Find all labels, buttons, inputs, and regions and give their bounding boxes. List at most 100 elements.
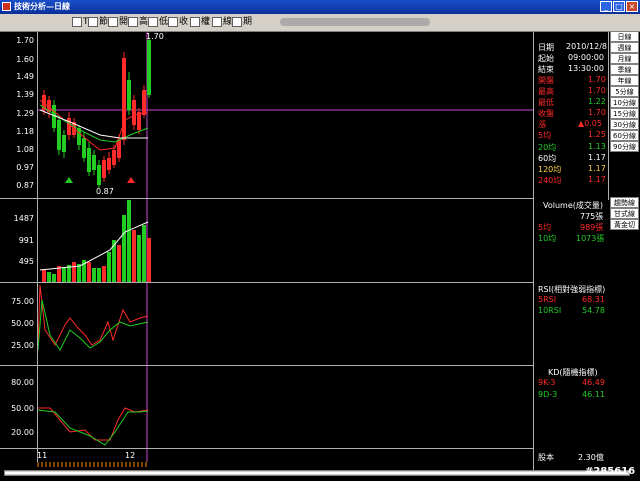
kd-title: KD(隨機指標): [548, 368, 598, 377]
sell-signal-marker: [127, 177, 135, 183]
60min-button[interactable]: 60分線: [610, 130, 639, 141]
watermark: #285616: [585, 466, 636, 477]
kd-k-label: 9K-3: [538, 378, 556, 387]
info-open-label: 開盤: [538, 76, 554, 85]
rsi10-value: 54.78: [582, 306, 605, 315]
kd-d-value: 46.11: [582, 390, 605, 399]
trendline-button[interactable]: 趨勢線: [610, 197, 639, 208]
price-candle: [107, 158, 111, 170]
price-tick: 1.60: [16, 55, 34, 64]
price-candle: [132, 100, 136, 125]
price-candle: [97, 165, 101, 185]
info-low-label: 最低: [538, 98, 554, 107]
volume-bar: [127, 200, 131, 282]
high-marker-label: 1.70: [146, 32, 164, 41]
rsi5-line: [37, 284, 149, 346]
info-ma5-label: 5均: [538, 131, 552, 140]
info-date-label: 日期: [538, 43, 554, 52]
kd-d-label: 9D-3: [538, 390, 558, 399]
info-change: ▲0.05: [578, 119, 602, 128]
volume-bar: [107, 252, 111, 282]
rsi-title: RSI(相對強弱指標): [538, 285, 606, 294]
price-candle: [102, 160, 106, 178]
monthly-button[interactable]: 月線: [610, 53, 639, 64]
gann-line-button[interactable]: 甘式線: [610, 208, 639, 219]
volume-bar: [147, 238, 151, 282]
15min-button[interactable]: 15分線: [610, 108, 639, 119]
volume-title: Volume(成交量): [543, 201, 603, 210]
rsi5-value: 68.31: [582, 295, 605, 304]
volume-bar: [142, 225, 146, 282]
buy-signal-marker: [65, 177, 73, 183]
info-start-label: 起始: [538, 54, 554, 63]
volume-bar: [117, 245, 121, 282]
rsi-tick: 25.00: [11, 341, 34, 350]
volume-bar: [62, 268, 66, 282]
90min-button[interactable]: 90分線: [610, 141, 639, 152]
volume-bar: [87, 262, 91, 282]
30min-button[interactable]: 30分線: [610, 119, 639, 130]
axis-line: [37, 32, 38, 462]
rsi5-label: 5RSI: [538, 295, 557, 304]
info-ma240-label: 240均: [538, 176, 562, 185]
daily-button[interactable]: 日線: [610, 31, 639, 42]
info-ma20-label: 20均: [538, 143, 557, 152]
price-tick: 1.70: [16, 36, 34, 45]
volume-tick: 495: [18, 257, 34, 266]
price-candle: [82, 138, 86, 158]
price-candle: [127, 80, 131, 110]
volume-bar: [42, 270, 46, 282]
info-high: 1.70: [588, 86, 606, 95]
info-ma60: 1.17: [588, 153, 606, 162]
kd-tick: 80.00: [11, 378, 34, 387]
volume-ma5: 989張: [580, 223, 604, 232]
volume-ma-line: [39, 221, 149, 271]
volume-bar: [52, 274, 56, 282]
info-date: 2010/12/8: [566, 42, 608, 51]
price-tick: 1.39: [16, 90, 34, 99]
10min-button[interactable]: 10分線: [610, 97, 639, 108]
volume-ma5-label: 5均: [538, 223, 552, 232]
volume-bar: [122, 215, 126, 282]
yearly-button[interactable]: 年線: [610, 75, 639, 86]
info-close-label: 收盤: [538, 109, 554, 118]
volume-bar: [47, 272, 51, 282]
panel-divider: [0, 282, 533, 283]
quarterly-button[interactable]: 季線: [610, 64, 639, 75]
month-label: 11: [37, 451, 48, 460]
volume-bar: [92, 268, 96, 282]
weekly-button[interactable]: 週線: [610, 42, 639, 53]
price-tick: 0.87: [16, 181, 34, 190]
volume-value: 775張: [580, 212, 604, 221]
price-candle: [92, 155, 96, 170]
info-ma120: 1.17: [588, 164, 606, 173]
price-candle: [87, 148, 91, 172]
panel-divider: [0, 448, 533, 449]
price-candle: [147, 40, 151, 95]
price-tick: 1.29: [16, 109, 34, 118]
button-column-border: [608, 32, 609, 200]
volume-bar: [137, 235, 141, 282]
info-high-label: 最高: [538, 87, 554, 96]
price-candle: [57, 120, 61, 150]
golden-section-button[interactable]: 黃金切割: [610, 219, 639, 240]
volume-tick: 991: [18, 236, 34, 245]
price-tick: 1.49: [16, 72, 34, 81]
info-start: 09:00:00: [568, 53, 604, 62]
rsi-tick: 75.00: [11, 297, 34, 306]
scrollbar-thumb[interactable]: [5, 472, 625, 474]
horizontal-scrollbar[interactable]: [4, 470, 630, 476]
price-tick: 1.18: [16, 127, 34, 136]
price-candle: [112, 150, 116, 165]
kd-k-line: [38, 407, 149, 441]
volume-ma10-label: 10均: [538, 234, 557, 243]
info-ma5: 1.25: [588, 130, 606, 139]
5min-button[interactable]: 5分線: [610, 86, 639, 97]
volume-ma10: 1073張: [576, 234, 605, 243]
rsi10-line: [37, 299, 149, 351]
info-ma120-label: 120均: [538, 165, 562, 174]
panel-divider: [0, 198, 533, 199]
volume-bar: [102, 266, 106, 282]
price-tick: 1.08: [16, 145, 34, 154]
kd-k-value: 46.49: [582, 378, 605, 387]
